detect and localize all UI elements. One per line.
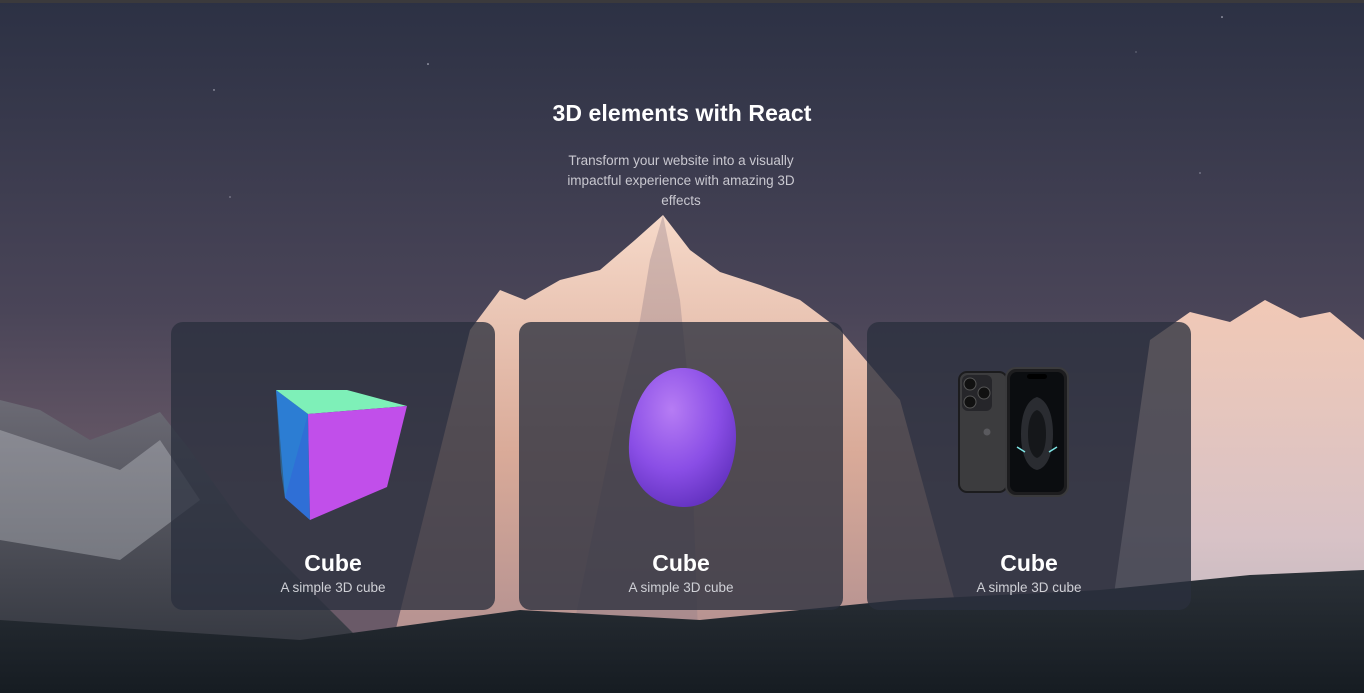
phone-3d-icon [958,367,1069,497]
card-title: Cube [1000,550,1058,576]
card-description: A simple 3D cube [976,580,1082,595]
top-border [0,0,1364,3]
page-subtitle: Transform your website into a visually i… [567,153,795,208]
card-title: Cube [304,550,362,576]
blob-3d-icon [628,368,737,508]
card-description: A simple 3D cube [280,580,386,595]
page-title: 3D elements with React [552,100,812,126]
card-title: Cube [652,550,710,576]
cube-3d-icon [276,390,407,520]
card-blob[interactable]: Cube A simple 3D cube [519,322,843,610]
card-phone[interactable]: Cube A simple 3D cube [867,322,1191,610]
card-description: A simple 3D cube [628,580,734,595]
card-cube[interactable]: Cube A simple 3D cube [171,322,495,610]
